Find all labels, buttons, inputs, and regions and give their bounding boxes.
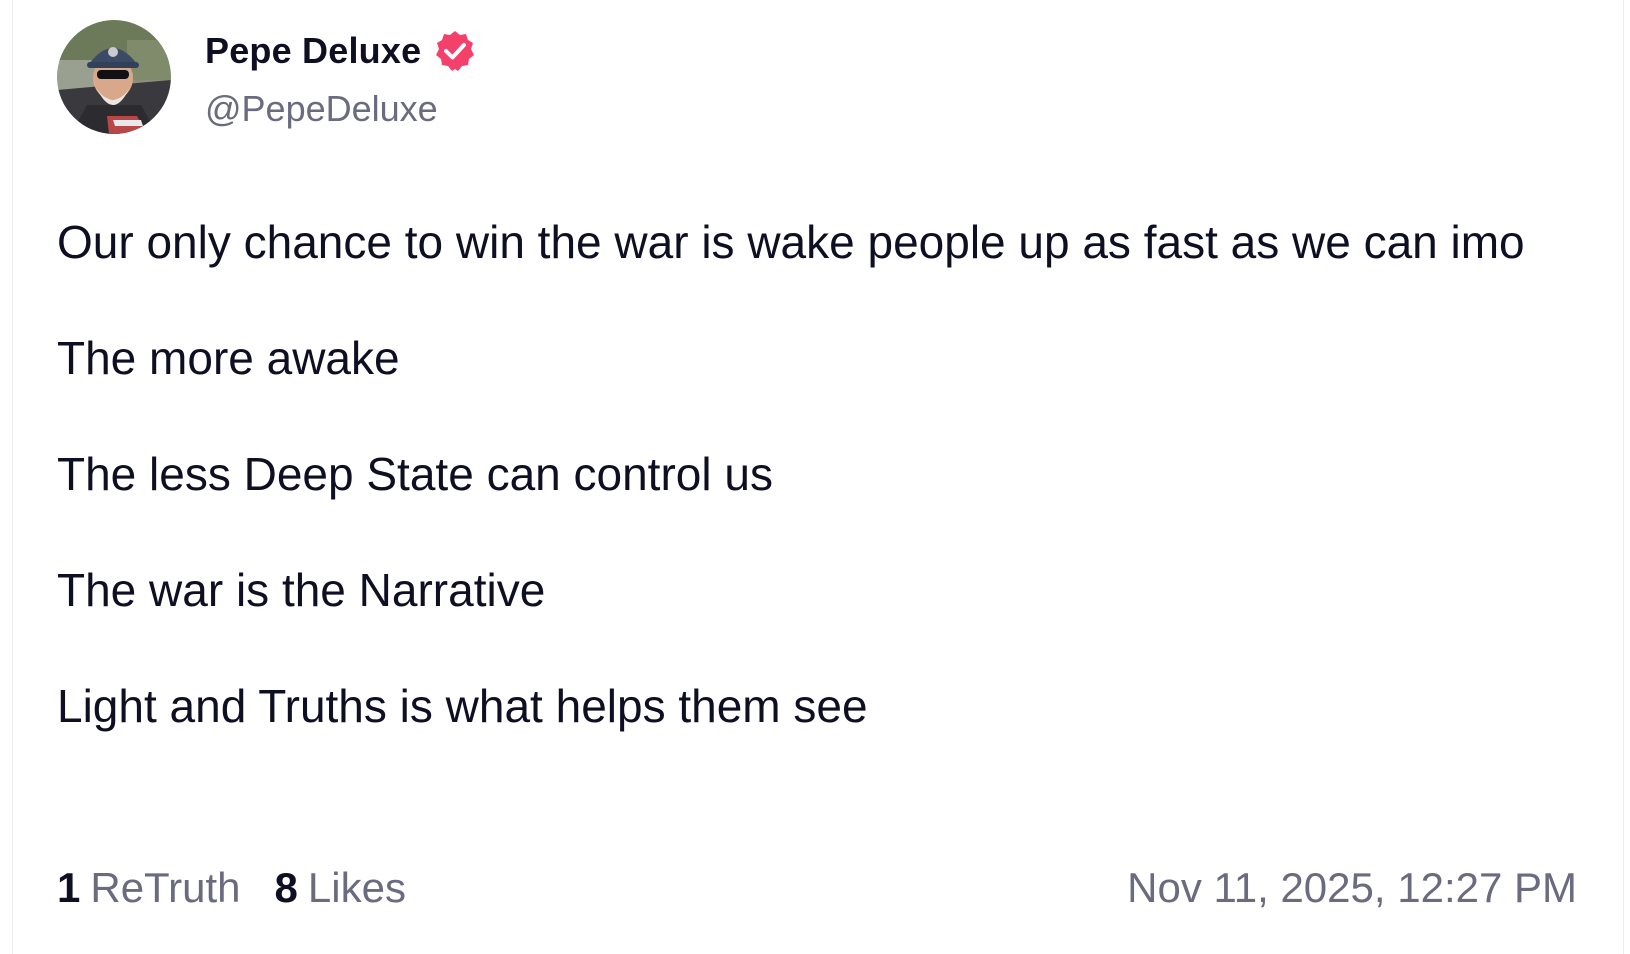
post-content: Our only chance to win the war is wake p… — [57, 205, 1577, 785]
retruths-count: 1 — [57, 864, 81, 911]
retruths-label: ReTruth — [90, 864, 241, 911]
post-paragraph: The war is the Narrative — [57, 564, 546, 616]
likes-count: 8 — [274, 864, 298, 911]
post-stats: 1 ReTruth 8 Likes — [57, 864, 440, 912]
verified-badge-icon — [433, 29, 477, 73]
post-timestamp[interactable]: Nov 11, 2025, 12:27 PM — [1127, 864, 1577, 912]
author-identity: Pepe Deluxe @PepeDeluxe — [205, 28, 477, 130]
likes-label: Likes — [307, 864, 406, 911]
post-paragraph: The less Deep State can control us — [57, 448, 773, 500]
author-avatar[interactable] — [57, 20, 171, 134]
author-handle[interactable]: @PepeDeluxe — [205, 88, 477, 130]
post-header: Pepe Deluxe @PepeDeluxe — [57, 20, 477, 134]
post-paragraph: Our only chance to win the war is wake p… — [57, 216, 1525, 268]
post-footer: 1 ReTruth 8 Likes Nov 11, 2025, 12:27 PM — [57, 860, 1577, 916]
likes-stat[interactable]: 8 Likes — [275, 864, 406, 912]
post-paragraph: Light and Truths is what helps them see — [57, 680, 868, 732]
truth-post-card: Pepe Deluxe @PepeDeluxe Our only chance … — [12, 0, 1624, 954]
avatar-image — [57, 20, 171, 134]
retruths-stat[interactable]: 1 ReTruth — [57, 864, 241, 912]
name-row: Pepe Deluxe — [205, 28, 477, 74]
author-display-name[interactable]: Pepe Deluxe — [205, 30, 421, 72]
post-paragraph: The more awake — [57, 332, 400, 384]
